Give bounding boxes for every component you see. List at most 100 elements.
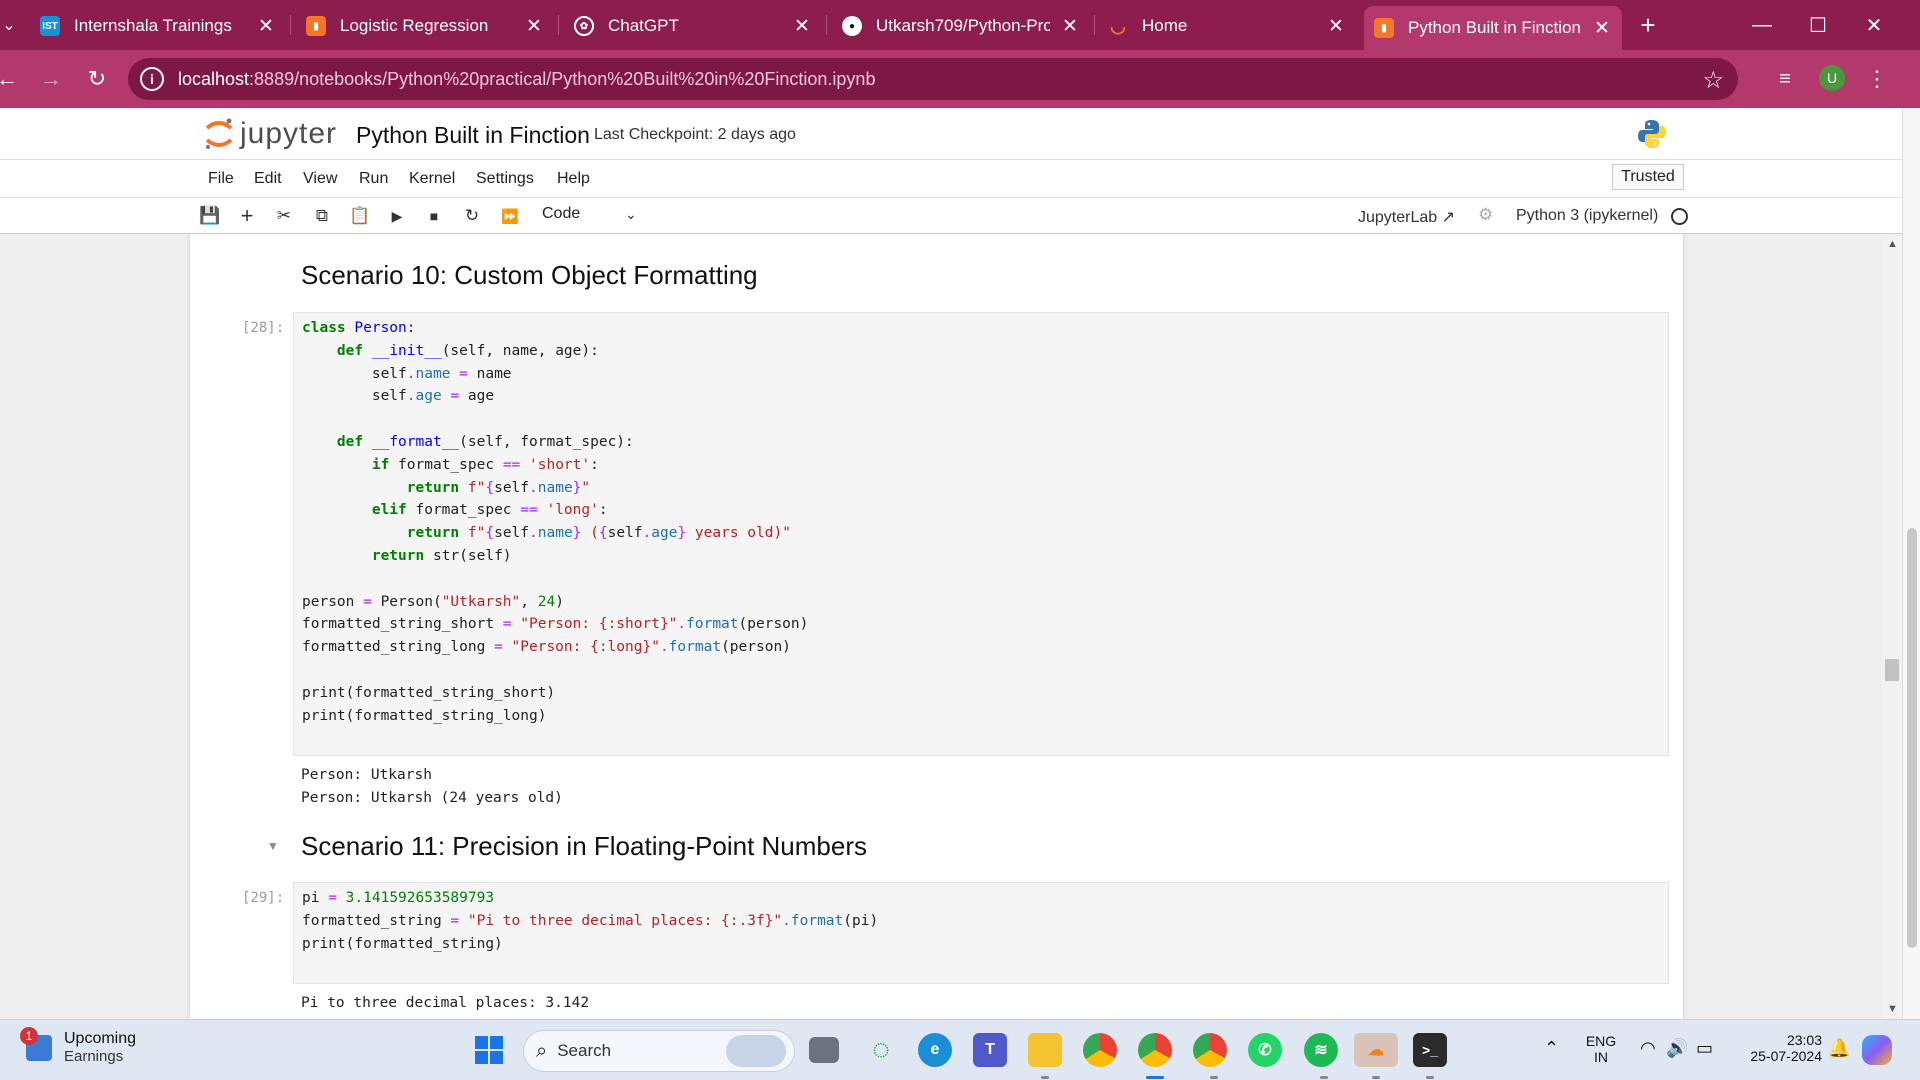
- notebook-title[interactable]: Python Built in Finction: [356, 122, 590, 149]
- jupyter-logo[interactable]: jupyter: [204, 116, 337, 152]
- menu-edit[interactable]: Edit: [254, 170, 282, 188]
- spinner-app-icon[interactable]: ◌: [864, 1033, 898, 1067]
- chrome-profile-icon[interactable]: [1138, 1033, 1172, 1067]
- scroll-up-icon[interactable]: ▲: [1887, 238, 1898, 250]
- tab-python-built-in[interactable]: ▮ Python Built in Finction ✕: [1364, 6, 1622, 50]
- file-explorer-icon[interactable]: [1028, 1033, 1062, 1067]
- chrome-profile-2-icon[interactable]: [1193, 1033, 1227, 1067]
- interrupt-icon[interactable]: ■: [421, 204, 447, 228]
- jupyterlab-link[interactable]: JupyterLab ↗: [1358, 207, 1455, 227]
- scroll-down-icon[interactable]: ▼: [1887, 1003, 1898, 1015]
- close-icon[interactable]: ✕: [1324, 14, 1348, 38]
- insert-cell-icon[interactable]: +: [234, 203, 260, 228]
- widget-subtitle: Earnings: [64, 1048, 124, 1065]
- language-indicator[interactable]: ENG IN: [1584, 1033, 1618, 1065]
- trusted-indicator[interactable]: Trusted: [1612, 164, 1684, 190]
- close-icon[interactable]: ✕: [790, 14, 814, 38]
- windows-start-icon[interactable]: [472, 1033, 506, 1067]
- taskbar-search[interactable]: ⌕ Search: [523, 1030, 795, 1072]
- cell-output: Person: Utkarsh Person: Utkarsh (24 years…: [301, 764, 563, 810]
- save-icon[interactable]: 💾: [197, 204, 223, 228]
- menu-kernel[interactable]: Kernel: [409, 170, 455, 188]
- tab-home[interactable]: ◡ Home ✕: [1108, 6, 1348, 46]
- collapse-chevron-icon[interactable]: ▼: [267, 839, 279, 853]
- browser-menu-icon[interactable]: ⋮: [1860, 62, 1894, 96]
- menu-run[interactable]: Run: [359, 170, 388, 188]
- search-icon: ⌕: [536, 1039, 548, 1062]
- notebook-scrollbar[interactable]: ▲ ▼: [1882, 234, 1902, 1019]
- menu-help[interactable]: Help: [557, 170, 590, 188]
- code-editor[interactable]: class Person: def __init__(self, name, a…: [302, 317, 808, 727]
- forward-icon[interactable]: →: [34, 62, 68, 96]
- maximize-button[interactable]: ☐: [1790, 0, 1846, 50]
- edge-icon[interactable]: e: [918, 1033, 952, 1067]
- code-cell[interactable]: pi = 3.141592653589793 formatted_string …: [293, 882, 1669, 984]
- copy-icon[interactable]: ⧉: [309, 204, 335, 228]
- menu-file[interactable]: File: [208, 170, 234, 188]
- bookmark-star-icon[interactable]: ☆: [1702, 66, 1724, 95]
- site-info-icon[interactable]: i: [140, 67, 164, 91]
- close-icon[interactable]: ✕: [254, 14, 278, 38]
- clock-date: 25-07-2024: [1750, 1048, 1822, 1064]
- close-icon[interactable]: ✕: [522, 14, 546, 38]
- close-icon[interactable]: ✕: [1590, 16, 1614, 40]
- kernel-name[interactable]: Python 3 (ipykernel): [1516, 207, 1658, 225]
- notification-bell-icon[interactable]: 🔔: [1828, 1038, 1850, 1059]
- widget-title: Upcoming: [64, 1030, 137, 1047]
- close-icon[interactable]: ✕: [1058, 14, 1082, 38]
- teams-icon[interactable]: T: [973, 1033, 1007, 1067]
- paste-icon[interactable]: 📋: [347, 204, 373, 228]
- clock[interactable]: 23:03 25-07-2024: [1734, 1032, 1822, 1064]
- restart-icon[interactable]: ↻: [459, 204, 485, 228]
- cut-icon[interactable]: ✂: [271, 204, 297, 228]
- menu-view[interactable]: View: [303, 170, 337, 188]
- close-window-button[interactable]: ✕: [1846, 0, 1902, 50]
- output-line: Person: Utkarsh: [301, 767, 432, 783]
- scrollbar-thumb[interactable]: [1885, 659, 1899, 681]
- profile-avatar[interactable]: U: [1819, 65, 1845, 91]
- chrome-icon[interactable]: [1083, 1033, 1117, 1067]
- spotify-icon[interactable]: ≋: [1304, 1033, 1338, 1067]
- cloudflare-icon[interactable]: ☁: [1354, 1033, 1398, 1067]
- markdown-heading[interactable]: Scenario 11: Precision in Floating-Point…: [301, 831, 867, 862]
- copilot-icon[interactable]: [1862, 1035, 1892, 1065]
- tab-github[interactable]: ● Utkarsh709/Python-Progra ✕: [842, 6, 1082, 46]
- battery-icon[interactable]: ▭: [1696, 1038, 1713, 1059]
- page-scrollbar-thumb[interactable]: [1907, 528, 1917, 948]
- back-icon[interactable]: ←: [0, 62, 24, 96]
- github-icon: ●: [842, 16, 862, 36]
- minimize-button[interactable]: —: [1734, 0, 1790, 50]
- reload-icon[interactable]: ↻: [80, 62, 114, 96]
- markdown-heading[interactable]: Scenario 10: Custom Object Formatting: [301, 260, 758, 291]
- code-cell[interactable]: class Person: def __init__(self, name, a…: [293, 312, 1669, 756]
- chevron-down-icon[interactable]: ⌄: [625, 206, 637, 223]
- terminal-icon[interactable]: >_: [1413, 1033, 1447, 1067]
- page-scrollbar[interactable]: [1902, 108, 1920, 1019]
- tray-overflow-chevron-icon[interactable]: ⌃: [1544, 1038, 1559, 1059]
- tab-chatgpt[interactable]: ✿ ChatGPT ✕: [574, 6, 814, 46]
- volume-icon[interactable]: 🔊: [1666, 1038, 1688, 1059]
- restart-run-all-icon[interactable]: ⏩: [497, 204, 523, 228]
- whatsapp-icon[interactable]: ✆: [1248, 1033, 1282, 1067]
- cell-type-select[interactable]: Code: [542, 205, 580, 223]
- menu-settings[interactable]: Settings: [476, 170, 534, 188]
- tab-internshala[interactable]: IST Internshala Trainings ✕: [38, 6, 278, 46]
- url-field[interactable]: i localhost:8889/notebooks/Python%20prac…: [128, 58, 1738, 100]
- cell-prompt: [28]:: [242, 320, 285, 336]
- kernel-status-icon: [1671, 208, 1688, 225]
- tab-search-chevron-icon[interactable]: ⌄: [0, 8, 26, 42]
- jupyter-logo-icon: [205, 118, 233, 149]
- widgets-button[interactable]: 1 Upcoming Earnings: [20, 1026, 137, 1065]
- jupyter-home-icon: ◡: [1110, 15, 1126, 36]
- new-tab-button[interactable]: +: [1620, 0, 1676, 50]
- media-controls-icon[interactable]: ≡: [1768, 62, 1802, 96]
- kernel-settings-icon: ⚙: [1478, 205, 1494, 224]
- cell-output: Pi to three decimal places: 3.142: [301, 995, 590, 1011]
- code-editor[interactable]: pi = 3.141592653589793 formatted_string …: [302, 887, 878, 955]
- task-view-icon[interactable]: [809, 1037, 839, 1063]
- wifi-icon[interactable]: ◠: [1640, 1038, 1656, 1059]
- run-icon[interactable]: ▶: [384, 204, 410, 228]
- running-app-indicator: [1210, 1076, 1218, 1079]
- tab-logistic-regression[interactable]: ▮ Logistic Regression ✕: [306, 6, 546, 46]
- tab-title: Internshala Trainings: [74, 16, 232, 35]
